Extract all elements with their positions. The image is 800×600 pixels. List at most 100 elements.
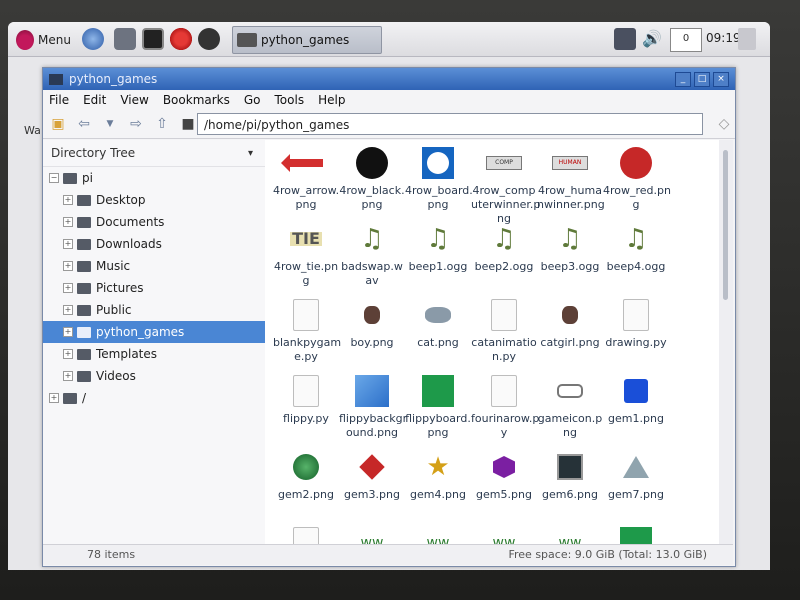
path-input[interactable]: /home/pi/python_games [197, 113, 703, 135]
file-item[interactable]: ♫ badswap.w av [339, 222, 405, 288]
tree-label: Videos [96, 369, 136, 383]
tree-item-public[interactable]: + Public [43, 299, 265, 321]
expand-icon[interactable]: + [63, 327, 73, 337]
web-browser-icon[interactable] [82, 28, 104, 50]
menu-view[interactable]: View [120, 93, 148, 107]
terminal-icon[interactable] [142, 28, 164, 50]
expand-icon[interactable]: + [63, 283, 73, 293]
file-item[interactable]: 4row_red.pn g [603, 146, 671, 212]
file-item[interactable]: gameicon.p ng [537, 374, 603, 440]
up-icon[interactable]: ⇧ [153, 115, 171, 133]
expand-icon[interactable]: + [63, 217, 73, 227]
expand-icon[interactable]: + [63, 195, 73, 205]
file-item[interactable]: ᴡᴡ [405, 526, 471, 544]
expand-icon[interactable]: + [63, 239, 73, 249]
file-item[interactable]: flippybackgr ound.png [339, 374, 407, 440]
mathematica-icon[interactable] [170, 28, 192, 50]
file-item[interactable]: ♫ beep4.ogg [603, 222, 669, 274]
file-item[interactable]: catgirl.png [537, 298, 603, 350]
file-item[interactable]: 4row_arrow. png [273, 146, 339, 212]
maximize-button[interactable]: □ [694, 71, 710, 87]
file-item[interactable]: gem3.png [339, 450, 405, 502]
file-name: 4row_tie.pn g [273, 260, 339, 287]
expand-icon[interactable]: + [63, 371, 73, 381]
tree-item-videos[interactable]: + Videos [43, 365, 265, 387]
file-item[interactable]: gem7.png [603, 450, 669, 502]
menu-tools[interactable]: Tools [275, 93, 305, 107]
file-name: catgirl.png [540, 336, 600, 349]
forward-icon[interactable]: ⇨ [127, 115, 145, 133]
network-icon[interactable] [614, 28, 636, 50]
file-item[interactable]: flippyboard. png [405, 374, 471, 440]
new-tab-icon[interactable]: ▣ [49, 115, 67, 133]
file-item[interactable]: cat.png [405, 298, 471, 350]
cpu-monitor[interactable]: 0 [670, 28, 702, 52]
minimize-button[interactable]: _ [675, 71, 691, 87]
expand-icon[interactable]: + [63, 305, 73, 315]
menu-file[interactable]: File [49, 93, 69, 107]
file-item[interactable]: flippy.py [273, 374, 339, 426]
file-item[interactable]: HUMAN 4row_huma nwinner.png [537, 146, 605, 212]
file-item[interactable]: catanimatio n.py [471, 298, 537, 364]
menu-button[interactable]: Menu [16, 28, 71, 52]
file-item[interactable]: fourinarow.p y [471, 374, 539, 440]
tree-item-templates[interactable]: + Templates [43, 343, 265, 365]
file-item[interactable]: gem6.png [537, 450, 603, 502]
file-item[interactable]: 4row_board. png [405, 146, 473, 212]
history-dropdown-icon[interactable]: ▼ [101, 115, 119, 133]
volume-icon[interactable]: 🔊 [642, 28, 664, 50]
clock[interactable]: 09:19 [706, 31, 741, 45]
menu-help[interactable]: Help [318, 93, 345, 107]
file-item[interactable]: COMP 4row_comp uterwinner.p ng [471, 146, 540, 226]
file-item[interactable]: blankpygam e.py [273, 298, 341, 364]
scrollbar-thumb[interactable] [723, 150, 728, 300]
menu-edit[interactable]: Edit [83, 93, 106, 107]
tree-item-desktop[interactable]: + Desktop [43, 189, 265, 211]
wolfram-icon[interactable] [198, 28, 220, 50]
file-item[interactable]: ♫ beep3.ogg [537, 222, 603, 274]
tree-item-music[interactable]: + Music [43, 255, 265, 277]
file-item[interactable]: boy.png [339, 298, 405, 350]
menu-go[interactable]: Go [244, 93, 261, 107]
chevron-down-icon[interactable]: ▾ [248, 148, 253, 159]
file-item[interactable]: ★ gem4.png [405, 450, 471, 502]
file-name: gem7.png [608, 488, 664, 501]
vertical-scrollbar[interactable] [719, 140, 733, 544]
file-item[interactable]: ᴡᴡ [339, 526, 405, 544]
task-label: python_games [261, 33, 350, 47]
file-item[interactable]: gem5.png [471, 450, 537, 502]
file-item[interactable] [273, 526, 339, 544]
tree-item-pi[interactable]: − pi [43, 167, 265, 189]
back-icon[interactable]: ⇦ [75, 115, 93, 133]
gem-tri-icon [618, 450, 654, 484]
collapse-icon[interactable]: − [49, 173, 59, 183]
file-item[interactable]: ♫ beep1.ogg [405, 222, 471, 274]
expand-icon[interactable]: + [49, 393, 59, 403]
file-item[interactable] [603, 526, 669, 544]
expand-icon[interactable]: + [63, 349, 73, 359]
file-item[interactable]: TIE 4row_tie.pn g [273, 222, 339, 288]
title-bar[interactable]: python_games _ □ × [43, 68, 735, 90]
menu-bookmarks[interactable]: Bookmarks [163, 93, 230, 107]
tree-item-root[interactable]: + / [43, 387, 265, 409]
eject-icon[interactable] [738, 28, 756, 50]
sidebar-header[interactable]: Directory Tree ▾ [43, 140, 265, 167]
tree-item-python-games[interactable]: + python_games [43, 321, 265, 343]
file-item[interactable]: ♫ beep2.ogg [471, 222, 537, 274]
file-item[interactable]: drawing.py [603, 298, 669, 350]
expand-icon[interactable]: + [63, 261, 73, 271]
tree-item-documents[interactable]: + Documents [43, 211, 265, 233]
close-button[interactable]: × [713, 71, 729, 87]
taskbar-python-games[interactable]: python_games [232, 26, 382, 54]
file-item[interactable]: gem2.png [273, 450, 339, 502]
file-item[interactable]: 4row_black. png [339, 146, 405, 212]
file-manager-window: python_games _ □ × File Edit View Bookma… [42, 67, 736, 567]
tree-item-downloads[interactable]: + Downloads [43, 233, 265, 255]
home-folder-icon[interactable]: ■ [179, 115, 197, 133]
file-item[interactable]: gem1.png [603, 374, 669, 426]
file-item[interactable]: ᴡᴡ [471, 526, 537, 544]
tree-item-pictures[interactable]: + Pictures [43, 277, 265, 299]
file-item[interactable]: ᴡᴡ [537, 526, 603, 544]
path-go-icon[interactable]: ◇ [715, 115, 733, 133]
file-manager-icon[interactable] [114, 28, 136, 50]
